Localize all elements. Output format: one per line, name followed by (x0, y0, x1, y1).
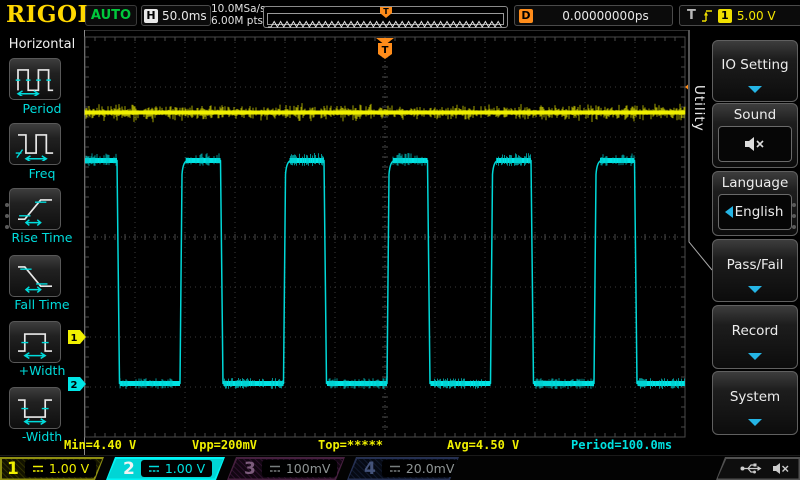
status-segment (716, 457, 800, 480)
delay-box[interactable]: D 0.00000000ps (514, 5, 673, 26)
submenu-arrow-icon (748, 353, 762, 360)
plus-width-icon (14, 325, 56, 359)
language-label: Language (713, 175, 797, 191)
graticule: T 1 2 (60, 31, 690, 455)
channel-3-number: 3 (244, 459, 256, 479)
channel-4-scale-box: 20.0mV (382, 460, 462, 477)
record-button[interactable]: Record (712, 305, 798, 369)
freq-icon (14, 127, 56, 161)
preview-waveform (268, 19, 503, 29)
channel-4-number: 4 (364, 459, 376, 479)
sound-button[interactable]: Sound (712, 103, 798, 168)
channel-1-number: 1 (7, 459, 19, 479)
channel-1-scale: 1.00 V (49, 461, 89, 476)
language-value-box: English (718, 194, 792, 230)
ch1-ground-marker[interactable]: 1 (68, 330, 86, 344)
dc-coupling-icon (32, 464, 44, 473)
channel-4-scale: 20.0mV (406, 461, 455, 476)
sound-label: Sound (713, 107, 797, 123)
trigger-source-badge: 1 (718, 9, 732, 23)
measurement-top: Top=***** (318, 438, 383, 452)
svg-text:2: 2 (71, 380, 78, 391)
speaker-muted-icon (743, 136, 767, 152)
io-setting-label: IO Setting (713, 57, 797, 73)
system-button[interactable]: System (712, 371, 798, 435)
fall-time-icon (14, 259, 56, 293)
horizontal-timebase-box[interactable]: H 50.0ms (141, 5, 211, 26)
run-status-badge: AUTO (85, 5, 137, 26)
language-value: English (735, 204, 784, 220)
trigger-box[interactable]: T 1 5.00 V (679, 5, 800, 26)
run-status-text: AUTO (91, 8, 131, 23)
trigger-label: T (687, 8, 696, 23)
selector-arrow-icon (725, 206, 733, 218)
language-button[interactable]: Language English (712, 171, 798, 236)
dc-coupling-icon (148, 464, 160, 473)
period-icon (14, 62, 56, 96)
rise-time-icon (14, 192, 56, 226)
waveform-preview-bar[interactable]: T (263, 6, 508, 28)
minus-width-button[interactable] (9, 387, 61, 429)
timebase-value: 50.0ms (162, 9, 207, 23)
rise-time-button[interactable] (9, 188, 61, 230)
measurement-row: Min=4.40 V Vpp=200mV Top=***** Avg=4.50 … (60, 438, 688, 453)
measurement-vpp: Vpp=200mV (192, 438, 257, 452)
top-bar: RIGOL AUTO H 50.0ms 10.0MSa/s 6.00M pts … (0, 0, 800, 31)
rising-edge-icon (701, 8, 713, 24)
h-badge: H (144, 9, 158, 23)
channel-1-segment[interactable]: 1 1.00 V (0, 457, 104, 480)
submenu-arrow-icon (748, 86, 762, 93)
delay-badge: D (519, 9, 533, 23)
system-label: System (713, 389, 797, 405)
channel-bar: 1 1.00 V 2 1.00 V (0, 455, 800, 480)
plus-width-button[interactable] (9, 321, 61, 363)
pass-fail-label: Pass/Fail (713, 257, 797, 273)
trigger-level-value: 5.00 V (737, 9, 776, 23)
channel-2-segment[interactable]: 2 1.00 V (106, 457, 225, 480)
right-menu-page-dots (792, 203, 796, 229)
dc-coupling-icon (269, 464, 281, 473)
ch2-ground-marker[interactable]: 2 (68, 377, 86, 391)
channel-4-segment[interactable]: 4 20.0mV (347, 457, 459, 480)
pass-fail-button[interactable]: Pass/Fail (712, 239, 798, 302)
channel-3-scale-box: 100mV (262, 460, 338, 477)
channel-2-scale-box: 1.00 V (141, 460, 212, 477)
io-setting-button[interactable]: IO Setting (712, 40, 798, 102)
dc-coupling-icon (389, 464, 401, 473)
channel-3-segment[interactable]: 3 100mV (227, 457, 345, 480)
usb-icon (740, 462, 763, 475)
svg-text:1: 1 (71, 333, 78, 344)
speaker-muted-icon (772, 462, 791, 475)
channel-2-number: 2 (123, 459, 135, 479)
rigol-logo: RIGOL (6, 1, 94, 28)
channel-3-scale: 100mV (286, 461, 331, 476)
measurement-avg: Avg=4.50 V (447, 438, 519, 452)
submenu-arrow-icon (748, 419, 762, 426)
delay-value: 0.00000000ps (539, 9, 672, 23)
sample-rate: 10.0MSa/s (211, 3, 266, 15)
left-menu-page-dots (5, 203, 9, 229)
scope-display: T 1 2 (60, 31, 690, 455)
channel-2-scale: 1.00 V (165, 461, 205, 476)
freq-button[interactable] (9, 123, 61, 165)
memory-depth: 6.00M pts (211, 15, 266, 27)
measurement-period: Period=100.0ms (571, 438, 672, 452)
minus-width-icon (14, 391, 56, 425)
record-label: Record (713, 323, 797, 339)
svg-text:T: T (382, 45, 389, 56)
channel-1-scale-box: 1.00 V (25, 460, 96, 477)
oscilloscope-screen: RIGOL AUTO H 50.0ms 10.0MSa/s 6.00M pts … (0, 0, 800, 480)
submenu-arrow-icon (748, 286, 762, 293)
fall-time-button[interactable] (9, 255, 61, 297)
sound-state-box (718, 126, 792, 162)
measurement-min: Min=4.40 V (64, 438, 136, 452)
right-menu-utility: Utility IO Setting Sound Language Englis… (688, 30, 800, 455)
utility-tab-label: Utility (691, 85, 707, 132)
period-button[interactable] (9, 58, 61, 100)
acquisition-info: 10.0MSa/s 6.00M pts (211, 3, 266, 27)
